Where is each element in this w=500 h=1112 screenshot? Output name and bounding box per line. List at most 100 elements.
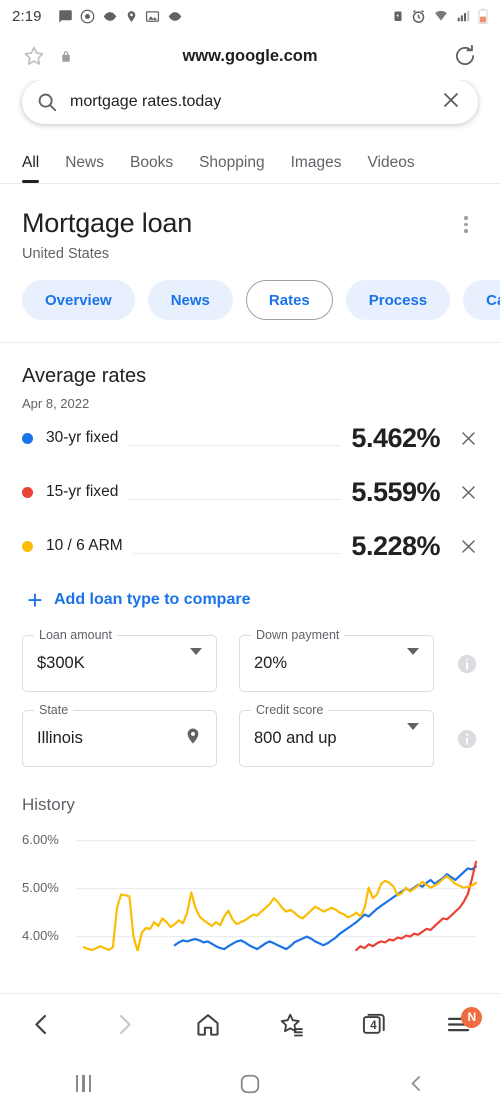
average-rates-section: Average rates Apr 8, 2022 30-yr fixed 5.… bbox=[0, 343, 500, 573]
info-icon[interactable] bbox=[456, 653, 478, 675]
browser-tabs-button[interactable]: 4 bbox=[347, 1002, 403, 1048]
rate-row-30yr: 30-yr fixed 5.462% bbox=[22, 411, 478, 465]
chevron-down-icon bbox=[407, 722, 419, 748]
eye-icon bbox=[103, 11, 116, 21]
credit-score-select[interactable]: Credit score 800 and up bbox=[239, 703, 434, 768]
tab-all[interactable]: All bbox=[22, 154, 40, 183]
chip-process[interactable]: Process bbox=[345, 280, 451, 321]
chip-overview[interactable]: Overview bbox=[22, 280, 135, 321]
url-text: www.google.com bbox=[182, 46, 318, 65]
legend-dot-15yr bbox=[22, 486, 33, 498]
chevron-down-icon bbox=[190, 647, 202, 673]
credit-score-label: Credit score bbox=[251, 703, 329, 718]
search-result-tabs[interactable]: All News Books Shopping Images Videos bbox=[0, 132, 500, 184]
search-icon bbox=[38, 93, 57, 112]
dotted-leader bbox=[128, 498, 342, 500]
rate-value-30yr: 5.462% bbox=[351, 422, 440, 453]
search-box[interactable] bbox=[22, 80, 478, 124]
rate-label-15yr: 15-yr fixed bbox=[46, 483, 119, 501]
image-icon bbox=[145, 10, 159, 22]
filter-row-2: State Illinois Credit score 800 and up bbox=[22, 703, 478, 768]
android-nav-bar[interactable] bbox=[0, 1055, 500, 1112]
rate-label-arm: 10 / 6 ARM bbox=[46, 537, 123, 555]
history-chart-svg bbox=[22, 831, 478, 951]
lock-icon bbox=[62, 50, 70, 62]
browser-back-icon[interactable] bbox=[14, 1002, 70, 1048]
y-axis-tick-4: 4.00% bbox=[22, 927, 63, 943]
eye-icon-2 bbox=[168, 11, 181, 21]
rate-value-15yr: 5.559% bbox=[351, 476, 440, 507]
chip-rates[interactable]: Rates bbox=[245, 280, 333, 321]
tab-news[interactable]: News bbox=[65, 154, 104, 183]
y-axis-tick-6: 6.00% bbox=[22, 831, 63, 847]
android-recents-icon[interactable] bbox=[48, 1064, 118, 1104]
state-value: Illinois bbox=[37, 729, 83, 748]
tab-count-label: 4 bbox=[370, 1019, 377, 1032]
browser-menu-button[interactable]: N bbox=[430, 1002, 486, 1048]
kebab-menu-icon[interactable] bbox=[454, 208, 478, 262]
history-chart[interactable]: 6.00% 5.00% 4.00% bbox=[22, 831, 478, 951]
plus-icon: + bbox=[27, 585, 43, 616]
history-heading: History bbox=[22, 795, 75, 815]
average-rates-heading: Average rates bbox=[22, 365, 147, 388]
state-select[interactable]: State Illinois bbox=[22, 703, 217, 768]
browser-home-icon[interactable] bbox=[180, 1002, 236, 1048]
page-title: Mortgage loan bbox=[22, 208, 193, 238]
clock-face-icon bbox=[80, 9, 94, 23]
status-bar-left: 2:19 bbox=[12, 8, 183, 25]
status-bar-right bbox=[392, 8, 488, 24]
rate-row-15yr: 15-yr fixed 5.559% bbox=[22, 465, 478, 519]
loan-amount-label: Loan amount bbox=[34, 628, 117, 643]
browser-url-bar[interactable]: www.google.com bbox=[0, 32, 500, 80]
credit-score-value: 800 and up bbox=[254, 729, 337, 748]
add-loan-type-button[interactable]: + Add loan type to compare bbox=[0, 573, 500, 613]
chip-news[interactable]: News bbox=[147, 280, 233, 321]
dotted-leader bbox=[132, 552, 342, 554]
tab-videos[interactable]: Videos bbox=[367, 154, 414, 183]
android-home-icon[interactable] bbox=[215, 1064, 285, 1104]
location-pin-icon bbox=[184, 725, 202, 752]
search-bar-container bbox=[0, 80, 500, 132]
down-payment-select[interactable]: Down payment 20% bbox=[239, 628, 434, 693]
state-label: State bbox=[34, 703, 74, 718]
rate-value-arm: 5.228% bbox=[351, 530, 440, 561]
remove-30yr-icon[interactable] bbox=[458, 429, 478, 448]
remove-15yr-icon[interactable] bbox=[458, 483, 478, 502]
tab-images[interactable]: Images bbox=[291, 154, 342, 183]
tab-books[interactable]: Books bbox=[130, 154, 173, 183]
reload-icon[interactable] bbox=[452, 43, 478, 69]
android-back-icon[interactable] bbox=[382, 1064, 452, 1104]
info-icon[interactable] bbox=[456, 728, 478, 750]
signal-icon bbox=[457, 10, 470, 22]
status-bar-clock: 2:19 bbox=[12, 7, 42, 25]
knowledge-panel-chips[interactable]: Overview News Rates Process Calculator bbox=[0, 262, 500, 344]
legend-dot-arm bbox=[22, 540, 33, 552]
chip-calculator[interactable]: Calculator bbox=[463, 280, 500, 321]
alarm-icon bbox=[412, 9, 425, 23]
status-bar: 2:19 bbox=[0, 0, 500, 32]
loan-amount-select[interactable]: Loan amount $300K bbox=[22, 628, 217, 693]
message-icon bbox=[58, 9, 72, 23]
search-input[interactable] bbox=[70, 93, 438, 111]
browser-bottom-bar[interactable]: 4 N bbox=[0, 993, 500, 1055]
dotted-leader bbox=[128, 444, 342, 446]
tab-shopping[interactable]: Shopping bbox=[199, 154, 265, 183]
wifi-icon bbox=[435, 10, 447, 21]
battery-icon bbox=[478, 8, 488, 24]
remove-arm-icon[interactable] bbox=[458, 537, 478, 556]
loan-filters: Loan amount $300K Down payment 20% State… bbox=[0, 613, 500, 768]
clear-search-icon[interactable] bbox=[438, 89, 464, 116]
legend-dot-30yr bbox=[22, 432, 33, 444]
average-rates-date: Apr 8, 2022 bbox=[22, 396, 90, 412]
add-loan-type-label: Add loan type to compare bbox=[54, 591, 251, 609]
bookmark-star-icon[interactable] bbox=[22, 44, 46, 68]
rate-label-30yr: 30-yr fixed bbox=[46, 429, 119, 447]
browser-bookmarks-icon[interactable] bbox=[264, 1002, 320, 1048]
down-payment-label: Down payment bbox=[251, 628, 345, 643]
menu-notification-badge: N bbox=[461, 1006, 483, 1028]
chevron-down-icon bbox=[407, 647, 419, 673]
rate-row-arm: 10 / 6 ARM 5.228% bbox=[22, 519, 478, 573]
browser-forward-icon bbox=[97, 1002, 153, 1048]
location-pin-icon bbox=[127, 10, 135, 22]
y-axis-tick-5: 5.00% bbox=[22, 879, 63, 895]
